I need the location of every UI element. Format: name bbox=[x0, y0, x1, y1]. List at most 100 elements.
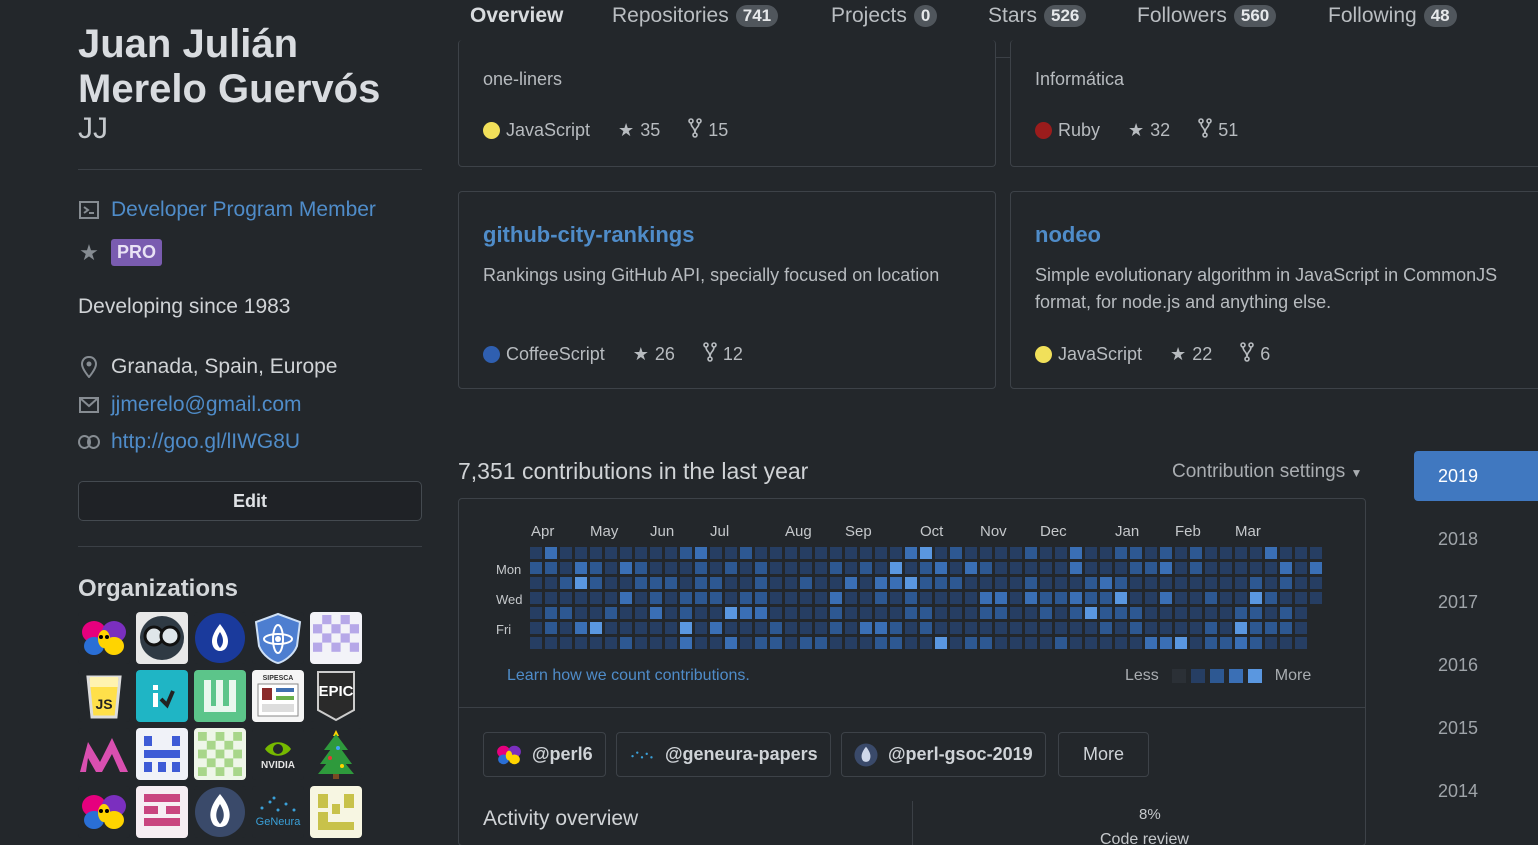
contribution-day[interactable] bbox=[1115, 577, 1127, 589]
repo-forks[interactable]: 15 bbox=[688, 118, 728, 143]
contribution-day[interactable] bbox=[890, 592, 902, 604]
contribution-day[interactable] bbox=[1130, 592, 1142, 604]
contribution-day[interactable] bbox=[1055, 622, 1067, 634]
contribution-day[interactable] bbox=[725, 607, 737, 619]
contribution-day[interactable] bbox=[815, 637, 827, 649]
contribution-day[interactable] bbox=[1280, 637, 1292, 649]
contribution-day[interactable] bbox=[530, 637, 542, 649]
contribution-day[interactable] bbox=[575, 562, 587, 574]
contribution-day[interactable] bbox=[1280, 607, 1292, 619]
website-link[interactable]: http://goo.gl/lIWG8U bbox=[111, 430, 300, 454]
contribution-day[interactable] bbox=[725, 622, 737, 634]
contribution-day[interactable] bbox=[725, 547, 737, 559]
contribution-day[interactable] bbox=[1220, 547, 1232, 559]
contribution-day[interactable] bbox=[875, 577, 887, 589]
contribution-day[interactable] bbox=[575, 607, 587, 619]
contribution-day[interactable] bbox=[965, 637, 977, 649]
learn-contributions-link[interactable]: Learn how we count contributions. bbox=[507, 667, 750, 685]
contribution-day[interactable] bbox=[875, 637, 887, 649]
contribution-day[interactable] bbox=[770, 547, 782, 559]
contribution-day[interactable] bbox=[785, 622, 797, 634]
contribution-day[interactable] bbox=[755, 577, 767, 589]
contribution-day[interactable] bbox=[1205, 592, 1217, 604]
contribution-day[interactable] bbox=[1190, 562, 1202, 574]
contribution-day[interactable] bbox=[995, 622, 1007, 634]
contribution-day[interactable] bbox=[1010, 562, 1022, 574]
contribution-day[interactable] bbox=[1010, 577, 1022, 589]
contribution-day[interactable] bbox=[590, 637, 602, 649]
contribution-day[interactable] bbox=[1160, 637, 1172, 649]
contribution-day[interactable] bbox=[1205, 637, 1217, 649]
contribution-day[interactable] bbox=[770, 577, 782, 589]
contribution-day[interactable] bbox=[695, 622, 707, 634]
contribution-day[interactable] bbox=[935, 592, 947, 604]
contribution-day[interactable] bbox=[620, 577, 632, 589]
contribution-day[interactable] bbox=[1115, 622, 1127, 634]
contribution-day[interactable] bbox=[770, 622, 782, 634]
contribution-day[interactable] bbox=[950, 562, 962, 574]
org-avatar-sipesca[interactable]: SIPESCA bbox=[252, 670, 304, 722]
contribution-day[interactable] bbox=[680, 592, 692, 604]
contribution-day[interactable] bbox=[605, 547, 617, 559]
contribution-day[interactable] bbox=[740, 637, 752, 649]
contribution-day[interactable] bbox=[980, 637, 992, 649]
contribution-day[interactable] bbox=[1190, 622, 1202, 634]
contribution-day[interactable] bbox=[950, 547, 962, 559]
contribution-day[interactable] bbox=[875, 547, 887, 559]
contribution-day[interactable] bbox=[1070, 637, 1082, 649]
contribution-day[interactable] bbox=[1025, 562, 1037, 574]
contribution-day[interactable] bbox=[1190, 607, 1202, 619]
more-orgs-button[interactable]: More bbox=[1058, 732, 1150, 777]
contribution-day[interactable] bbox=[1280, 592, 1292, 604]
contribution-day[interactable] bbox=[680, 637, 692, 649]
org-avatar-yellow-pattern[interactable] bbox=[310, 786, 362, 838]
contribution-day[interactable] bbox=[1145, 592, 1157, 604]
contribution-day[interactable] bbox=[800, 592, 812, 604]
contribution-day[interactable] bbox=[1235, 622, 1247, 634]
contribution-day[interactable] bbox=[860, 547, 872, 559]
contribution-day[interactable] bbox=[1055, 577, 1067, 589]
contribution-day[interactable] bbox=[830, 562, 842, 574]
contribution-day[interactable] bbox=[1085, 607, 1097, 619]
contribution-day[interactable] bbox=[920, 577, 932, 589]
contribution-day[interactable] bbox=[1190, 637, 1202, 649]
contribution-day[interactable] bbox=[530, 592, 542, 604]
org-avatar-green-pattern[interactable] bbox=[194, 728, 246, 780]
org-avatar-nvidia[interactable]: NVIDIA bbox=[252, 728, 304, 780]
contribution-day[interactable] bbox=[1175, 547, 1187, 559]
contribution-day[interactable] bbox=[1280, 577, 1292, 589]
contribution-day[interactable] bbox=[665, 562, 677, 574]
contribution-day[interactable] bbox=[650, 622, 662, 634]
contribution-day[interactable] bbox=[545, 592, 557, 604]
contribution-day[interactable] bbox=[1025, 577, 1037, 589]
contribution-day[interactable] bbox=[740, 607, 752, 619]
contribution-day[interactable] bbox=[1145, 607, 1157, 619]
org-avatar-atom[interactable] bbox=[252, 612, 304, 664]
contribution-day[interactable] bbox=[1085, 622, 1097, 634]
contribution-day[interactable] bbox=[935, 562, 947, 574]
contribution-day[interactable] bbox=[530, 547, 542, 559]
contribution-day[interactable] bbox=[1250, 547, 1262, 559]
contribution-day[interactable] bbox=[1160, 547, 1172, 559]
contribution-day[interactable] bbox=[755, 547, 767, 559]
contribution-day[interactable] bbox=[1070, 562, 1082, 574]
contribution-day[interactable] bbox=[1055, 547, 1067, 559]
contribution-day[interactable] bbox=[1310, 592, 1322, 604]
contribution-day[interactable] bbox=[905, 637, 917, 649]
tab-overview[interactable]: Overview bbox=[470, 4, 563, 28]
contribution-day[interactable] bbox=[665, 637, 677, 649]
org-avatar-green-crown[interactable] bbox=[194, 670, 246, 722]
contribution-day[interactable] bbox=[605, 622, 617, 634]
contribution-day[interactable] bbox=[1070, 592, 1082, 604]
contribution-day[interactable] bbox=[620, 622, 632, 634]
contribution-day[interactable] bbox=[965, 622, 977, 634]
contribution-day[interactable] bbox=[635, 562, 647, 574]
contribution-day[interactable] bbox=[785, 577, 797, 589]
contribution-day[interactable] bbox=[1175, 577, 1187, 589]
contribution-day[interactable] bbox=[650, 637, 662, 649]
contribution-day[interactable] bbox=[755, 637, 767, 649]
contribution-day[interactable] bbox=[605, 592, 617, 604]
contribution-day[interactable] bbox=[920, 562, 932, 574]
contribution-day[interactable] bbox=[845, 562, 857, 574]
contribution-day[interactable] bbox=[965, 577, 977, 589]
